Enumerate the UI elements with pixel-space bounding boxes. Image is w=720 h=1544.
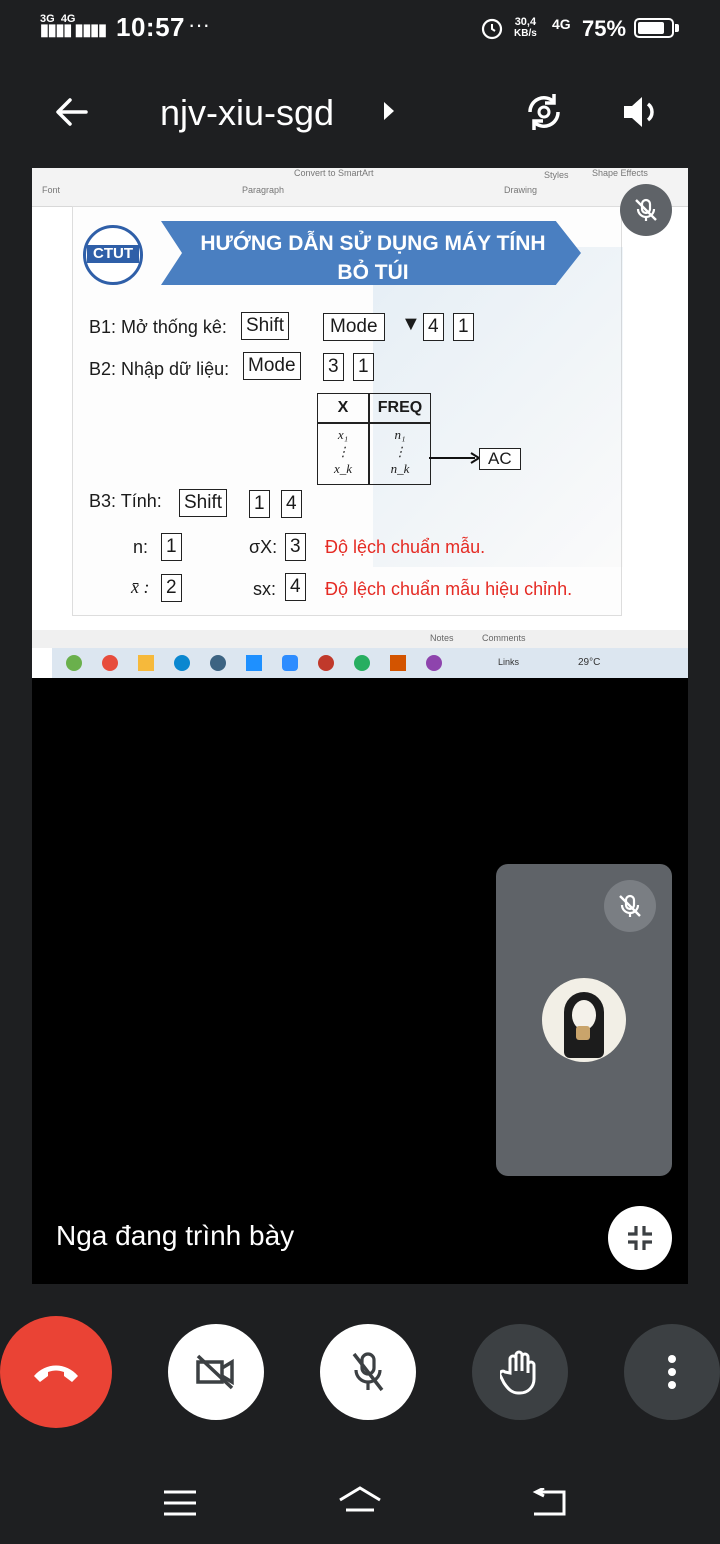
clock: 10:57 bbox=[116, 12, 185, 42]
sx-label: sx: bbox=[253, 579, 277, 599]
key-2: 2 bbox=[161, 574, 182, 602]
key-4: 4 bbox=[285, 573, 306, 601]
presenter-mic-muted-indicator bbox=[620, 184, 672, 236]
status-bar: 3G 4G ▮▮▮▮ ▮▮▮▮ 10:57 ··· 30,4 KB/s 4G 7… bbox=[0, 0, 720, 56]
sigma-description: Độ lệch chuẩn mẫu. bbox=[325, 537, 486, 557]
mic-off-icon bbox=[619, 894, 641, 917]
battery-percent: 75% bbox=[582, 16, 627, 41]
notification-dots: ··· bbox=[188, 12, 210, 37]
end-call-button[interactable] bbox=[0, 1316, 112, 1428]
step-b2-label: B2: Nhập dữ liệu: bbox=[89, 359, 230, 379]
camera-switch-icon[interactable] bbox=[522, 90, 566, 134]
network-type: 4G bbox=[552, 16, 571, 32]
notes-button: Notes bbox=[430, 633, 454, 643]
key-shift: Shift bbox=[241, 312, 290, 340]
sx-description: Độ lệch chuẩn mẫu hiệu chỉnh. bbox=[325, 579, 573, 599]
key-mode: Mode bbox=[243, 352, 301, 380]
arrow-right-icon bbox=[429, 452, 481, 464]
table-header-freq: FREQ bbox=[377, 399, 423, 416]
key-1: 1 bbox=[453, 313, 474, 341]
ribbon-drawing-group: Drawing bbox=[504, 185, 538, 195]
taskbar-links: Links bbox=[498, 657, 520, 667]
ribbon-shape-effects: Shape Effects bbox=[592, 168, 648, 178]
key-ac: AC bbox=[479, 448, 521, 470]
mic-toggle-button[interactable] bbox=[320, 1324, 416, 1420]
taskbar-app-icons bbox=[66, 655, 442, 671]
windows-taskbar: Links 29°C bbox=[52, 648, 688, 678]
step-b1-label: B1: Mở thống kê: bbox=[89, 317, 227, 337]
logo-text: CTUT bbox=[93, 245, 133, 262]
key-4: 4 bbox=[423, 313, 444, 341]
powerpoint-status-bar: Notes Comments bbox=[32, 630, 688, 648]
key-1: 1 bbox=[353, 353, 374, 381]
ribbon-convert-smartart: Convert to SmartArt bbox=[294, 168, 374, 178]
shared-screen: Font Paragraph Drawing Convert to SmartA… bbox=[32, 168, 688, 678]
end-call-icon bbox=[34, 1365, 78, 1382]
mic-off-icon bbox=[352, 1352, 384, 1392]
ribbon-styles: Styles bbox=[544, 170, 569, 180]
key-mode: Mode bbox=[323, 313, 385, 341]
presenter-status: Nga đang trình bày bbox=[56, 1220, 295, 1251]
key-1: 1 bbox=[249, 490, 270, 518]
back-arrow-icon[interactable] bbox=[52, 92, 92, 132]
network-speed: 30,4 KB/s bbox=[514, 16, 537, 39]
slide-title: HƯỚNG DẪN SỬ DỤNG MÁY TÍNH BỎ TÚI bbox=[200, 232, 546, 284]
ribbon-font-group: Font bbox=[42, 185, 61, 195]
step-b3-label: B3: Tính: bbox=[89, 491, 162, 511]
slide: HƯỚNG DẪN SỬ DỤNG MÁY TÍNH BỎ TÚI CTUT B… bbox=[72, 206, 623, 616]
more-vert-icon bbox=[668, 1355, 676, 1389]
mean-label: x̄ : bbox=[131, 577, 150, 597]
key-down: ▼ bbox=[401, 313, 421, 335]
office-ribbon: Font Paragraph Drawing Convert to SmartA… bbox=[32, 168, 688, 207]
chevron-right-icon[interactable] bbox=[382, 100, 396, 122]
signal-indicator: 3G 4G ▮▮▮▮ ▮▮▮▮ bbox=[40, 13, 107, 39]
avatar bbox=[542, 978, 626, 1062]
raise-hand-icon bbox=[500, 1350, 536, 1395]
more-options-button[interactable] bbox=[624, 1324, 720, 1420]
key-4: 4 bbox=[281, 490, 302, 518]
ribbon-paragraph-group: Paragraph bbox=[242, 185, 285, 195]
key-1: 1 bbox=[161, 533, 182, 561]
taskbar-weather: 29°C bbox=[578, 657, 601, 668]
sigma-label: σX: bbox=[249, 537, 278, 557]
freq-table: X FREQ x₁ ⋮ x_k n₁ ⋮ n_k bbox=[317, 393, 431, 485]
table-col-freq: n₁ ⋮ n_k bbox=[390, 427, 410, 476]
comments-button: Comments bbox=[482, 633, 526, 643]
mic-off-icon bbox=[635, 198, 657, 221]
camera-toggle-button[interactable] bbox=[168, 1324, 264, 1420]
table-header-x: X bbox=[337, 399, 349, 416]
self-mic-muted-indicator bbox=[604, 880, 656, 932]
camera-off-icon bbox=[196, 1354, 234, 1390]
speaker-icon[interactable] bbox=[618, 90, 662, 134]
table-col-x: x₁ ⋮ x_k bbox=[333, 427, 353, 476]
self-view-tile[interactable] bbox=[496, 864, 672, 1176]
meeting-code[interactable]: njv-xiu-sgd bbox=[160, 92, 334, 134]
exit-fullscreen-button[interactable] bbox=[608, 1206, 672, 1270]
n-label: n: bbox=[133, 537, 149, 557]
key-3: 3 bbox=[323, 353, 344, 381]
system-navigation-bar bbox=[0, 1460, 720, 1544]
home-icon[interactable] bbox=[336, 1484, 384, 1518]
collapse-icon bbox=[628, 1226, 652, 1250]
back-icon[interactable] bbox=[530, 1488, 568, 1516]
recent-apps-icon[interactable] bbox=[162, 1488, 198, 1518]
raise-hand-button[interactable] bbox=[472, 1324, 568, 1420]
key-3: 3 bbox=[285, 533, 306, 561]
key-shift: Shift bbox=[179, 489, 228, 517]
alarm-icon bbox=[481, 18, 503, 40]
